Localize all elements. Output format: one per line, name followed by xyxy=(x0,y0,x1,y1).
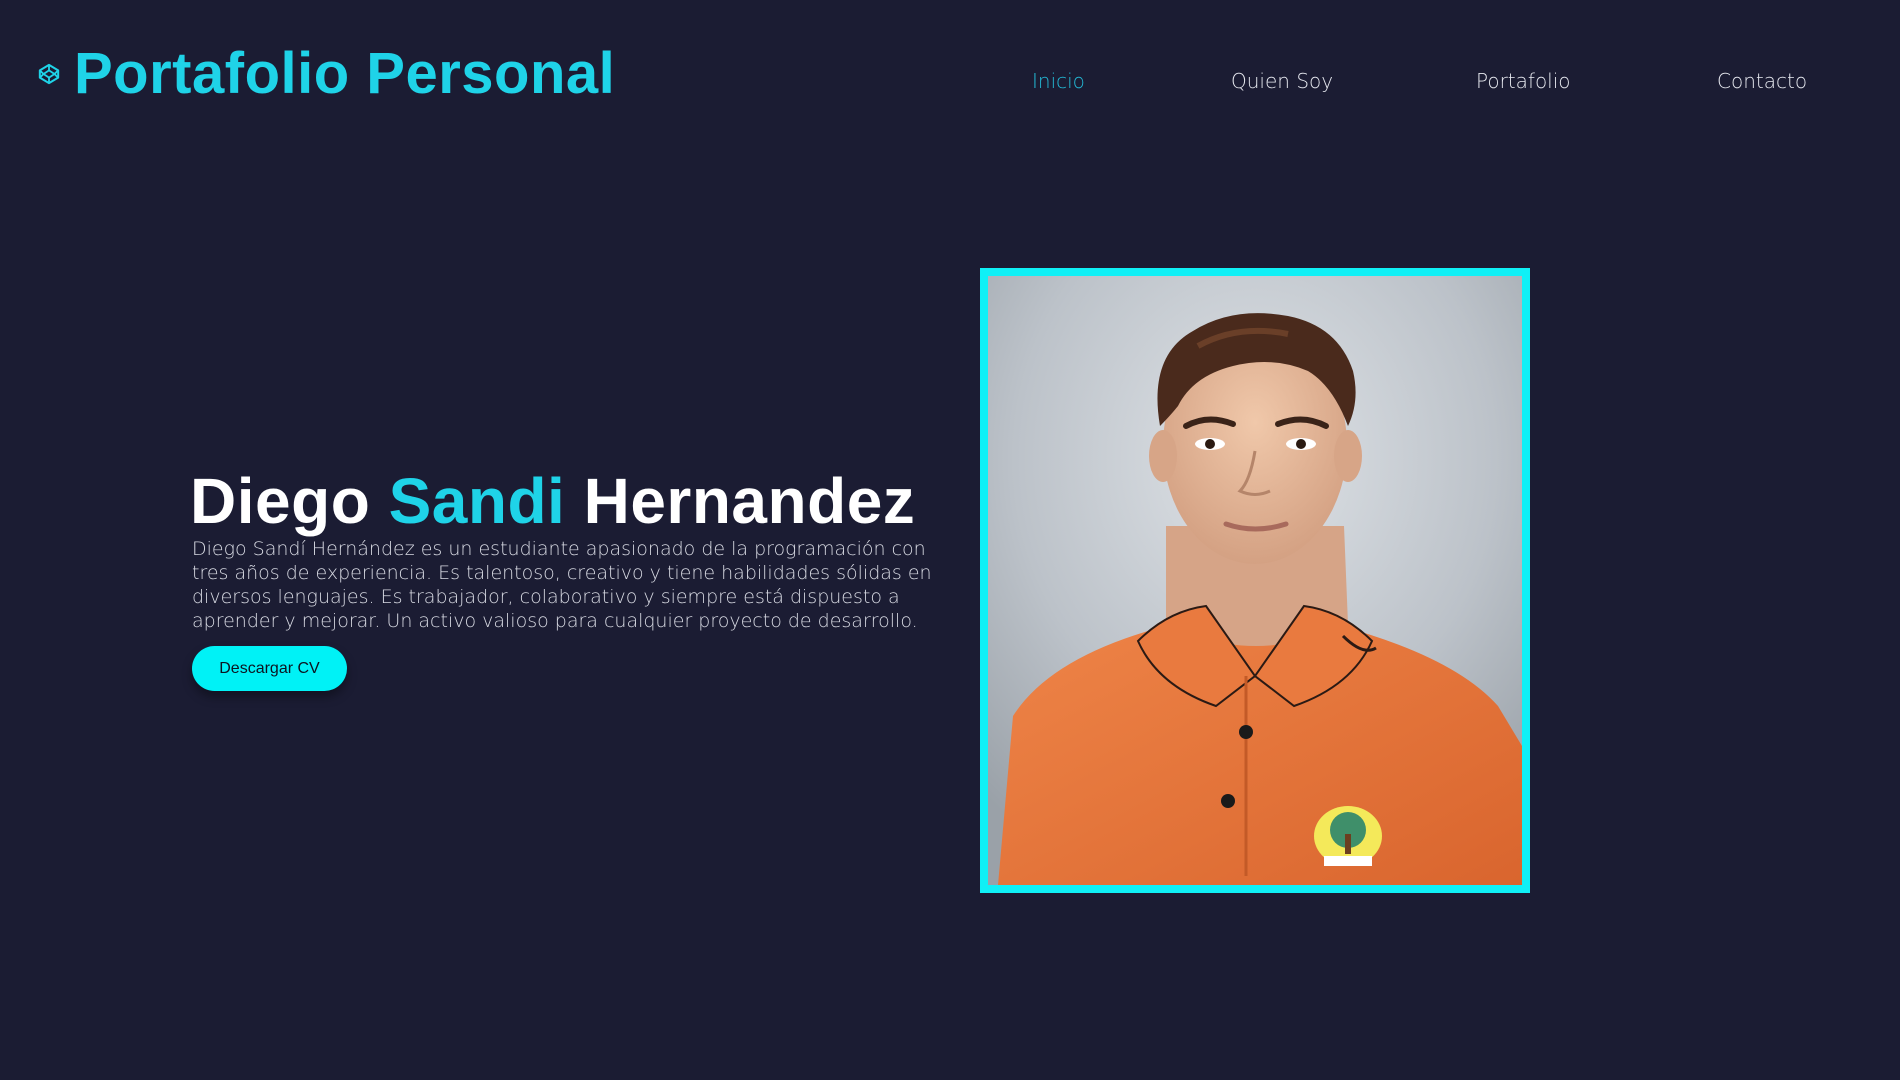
profile-photo xyxy=(988,276,1522,885)
nav-link-quien-soy[interactable]: Quien Soy xyxy=(1231,64,1333,98)
hero-name-accent: Sandi xyxy=(388,465,566,537)
hero-name: Diego Sandi Hernandez xyxy=(190,463,915,539)
nav-link-contacto[interactable]: Contacto xyxy=(1717,64,1807,98)
hero-name-first: Diego xyxy=(190,465,371,537)
profile-photo-frame xyxy=(980,268,1530,893)
hero-name-last: Hernandez xyxy=(583,465,916,537)
download-cv-button[interactable]: Descargar CV xyxy=(192,646,347,691)
nav-link-portafolio[interactable]: Portafolio xyxy=(1476,64,1571,98)
nav-link-inicio[interactable]: Inicio xyxy=(1032,64,1085,98)
hero-description: Diego Sandí Hernández es un estudiante a… xyxy=(192,538,932,632)
main-nav: Inicio Quien Soy Portafolio Contacto xyxy=(0,64,1900,98)
site-header: Portafolio Personal Inicio Quien Soy Por… xyxy=(0,0,1900,150)
